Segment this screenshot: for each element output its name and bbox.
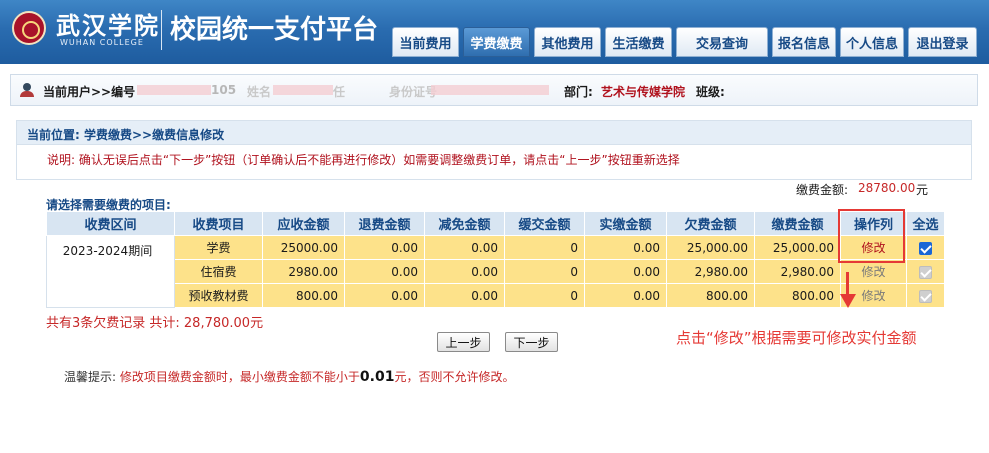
redacted-id (137, 85, 211, 95)
row-checkbox-disabled (919, 289, 932, 303)
current-user-label: 当前用户>>编号 (43, 85, 136, 99)
col-header-defer: 缓交金额 (504, 211, 585, 236)
owed-cell: 25,000.00 (666, 235, 755, 260)
arrears-summary: 共有3条欠费记录 共计: 28,780.00元 (46, 316, 264, 331)
nav-living-payment[interactable]: 生活缴费 (605, 27, 672, 57)
paid-cell: 0.00 (584, 235, 667, 260)
school-name-en: WUHAN COLLEGE (60, 38, 144, 47)
paid-cell: 0.00 (584, 259, 667, 284)
nav-logout[interactable]: 退出登录 (908, 27, 977, 57)
waive-cell: 0.00 (424, 259, 505, 284)
paid-cell: 0.00 (584, 283, 667, 308)
school-name: 武汉学院 (56, 12, 160, 40)
defer-cell: 0 (504, 259, 585, 284)
row-checkbox-disabled (919, 265, 932, 279)
redacted-idcard (431, 85, 549, 95)
item-cell: 住宿费 (174, 259, 263, 284)
payment-total-unit: 元 (916, 183, 929, 197)
table-header-row: 收费区间 收费项目 应收金额 退费金额 减免金额 缓交金额 实缴金额 欠费金额 … (46, 211, 945, 236)
tip-text-1: 修改项目缴费金额时，最小缴费金额不能小于 (119, 370, 360, 384)
info-panel: 当前位置: 学费缴费>>缴费信息修改 说明: 确认无误后点击“下一步”按钮（订单… (16, 120, 972, 180)
col-header-due: 应收金额 (262, 211, 345, 236)
nav-current-fees[interactable]: 当前费用 (392, 27, 459, 57)
col-header-period: 收费区间 (46, 211, 175, 236)
table-row: 2023-2024期间 学费 25000.00 0.00 0.00 0 0.00… (46, 235, 945, 308)
header-bar: 武汉学院 WUHAN COLLEGE 校园统一支付平台 当前费用 学费缴费 其他… (0, 0, 989, 64)
nav-registration-info[interactable]: 报名信息 (772, 27, 836, 57)
payment-total-label: 缴费金额: (796, 183, 849, 197)
payment-total-value: 28780.00 (858, 181, 916, 195)
instruction-note: 说明: 确认无误后点击“下一步”按钮（订单确认后不能再进行修改）如需要调整缴费订… (47, 153, 680, 167)
dept-value: 艺术与传媒学院 (601, 85, 686, 99)
prev-button[interactable]: 上一步 (437, 332, 490, 352)
breadcrumb: 当前位置: 学费缴费>>缴费信息修改 (17, 121, 971, 145)
fee-table: 收费区间 收费项目 应收金额 退费金额 减免金额 缓交金额 实缴金额 欠费金额 … (46, 211, 945, 308)
id-fragment: 105 (211, 83, 237, 97)
row-checkbox-cell (906, 259, 945, 284)
tip-text-2: 元，否则不允许修改。 (394, 370, 515, 384)
pay-cell: 800.00 (754, 283, 841, 308)
col-header-owed: 欠费金额 (666, 211, 755, 236)
logo-divider (161, 10, 162, 50)
highlight-box (838, 209, 905, 263)
user-info-bar: 当前用户>>编号 105 姓名 任 身份证号 部门: 艺术与传媒学院 班级: (10, 74, 978, 106)
period-cell: 2023-2024期间 (46, 235, 175, 308)
select-all-header[interactable]: 全选 (906, 211, 945, 236)
col-header-paid: 实缴金额 (584, 211, 667, 236)
table-row: 预收教材费 800.00 0.00 0.00 0 0.00 800.00 800… (47, 283, 945, 308)
due-cell: 2980.00 (262, 259, 345, 284)
due-cell: 800.00 (262, 283, 345, 308)
row-checkbox[interactable] (919, 241, 932, 255)
warm-tip: 温馨提示: 修改项目缴费金额时，最小缴费金额不能小于0.01元，否则不允许修改。 (64, 368, 514, 385)
table-row: 住宿费 2980.00 0.00 0.00 0 0.00 2,980.00 2,… (47, 259, 945, 284)
owed-cell: 2,980.00 (666, 259, 755, 284)
masked-text-2: 身份证号 (389, 85, 438, 99)
pay-cell: 2,980.00 (754, 259, 841, 284)
class-label: 班级: (696, 85, 725, 99)
col-header-item: 收费项目 (174, 211, 263, 236)
tip-prefix: 温馨提示: (64, 370, 117, 384)
system-title: 校园统一支付平台 (170, 15, 379, 45)
row-checkbox-cell (906, 283, 945, 308)
col-header-pay: 缴费金额 (754, 211, 841, 236)
waive-cell: 0.00 (424, 283, 505, 308)
owed-cell: 800.00 (666, 283, 755, 308)
user-icon (20, 83, 34, 97)
defer-cell: 0 (504, 283, 585, 308)
col-header-waive: 减免金额 (424, 211, 505, 236)
refund-cell: 0.00 (344, 259, 425, 284)
defer-cell: 0 (504, 235, 585, 260)
next-button[interactable]: 下一步 (505, 332, 558, 352)
nav-other-fees[interactable]: 其他费用 (534, 27, 601, 57)
due-cell: 25000.00 (262, 235, 345, 260)
masked-text-1: 任 (333, 85, 346, 99)
col-header-refund: 退费金额 (344, 211, 425, 236)
tip-amount: 0.01 (359, 369, 395, 385)
callout-text: 点击“修改”根据需要可修改实付金额 (676, 329, 917, 347)
arrow-down-icon (840, 294, 856, 308)
refund-cell: 0.00 (344, 283, 425, 308)
nav-transaction-query[interactable]: 交易查询 (676, 27, 768, 57)
waive-cell: 0.00 (424, 235, 505, 260)
pay-cell: 25,000.00 (754, 235, 841, 260)
redacted-name (273, 85, 333, 95)
nav-personal-info[interactable]: 个人信息 (840, 27, 904, 57)
refund-cell: 0.00 (344, 235, 425, 260)
modify-link-disabled: 修改 (840, 259, 907, 284)
name-label: 姓名 (247, 85, 272, 99)
nav-tuition-payment[interactable]: 学费缴费 (463, 27, 530, 57)
dept-label: 部门: (564, 85, 593, 99)
item-cell: 预收教材费 (174, 283, 263, 308)
item-cell: 学费 (174, 235, 263, 260)
row-checkbox-cell (906, 235, 945, 260)
school-seal-icon (12, 11, 46, 45)
